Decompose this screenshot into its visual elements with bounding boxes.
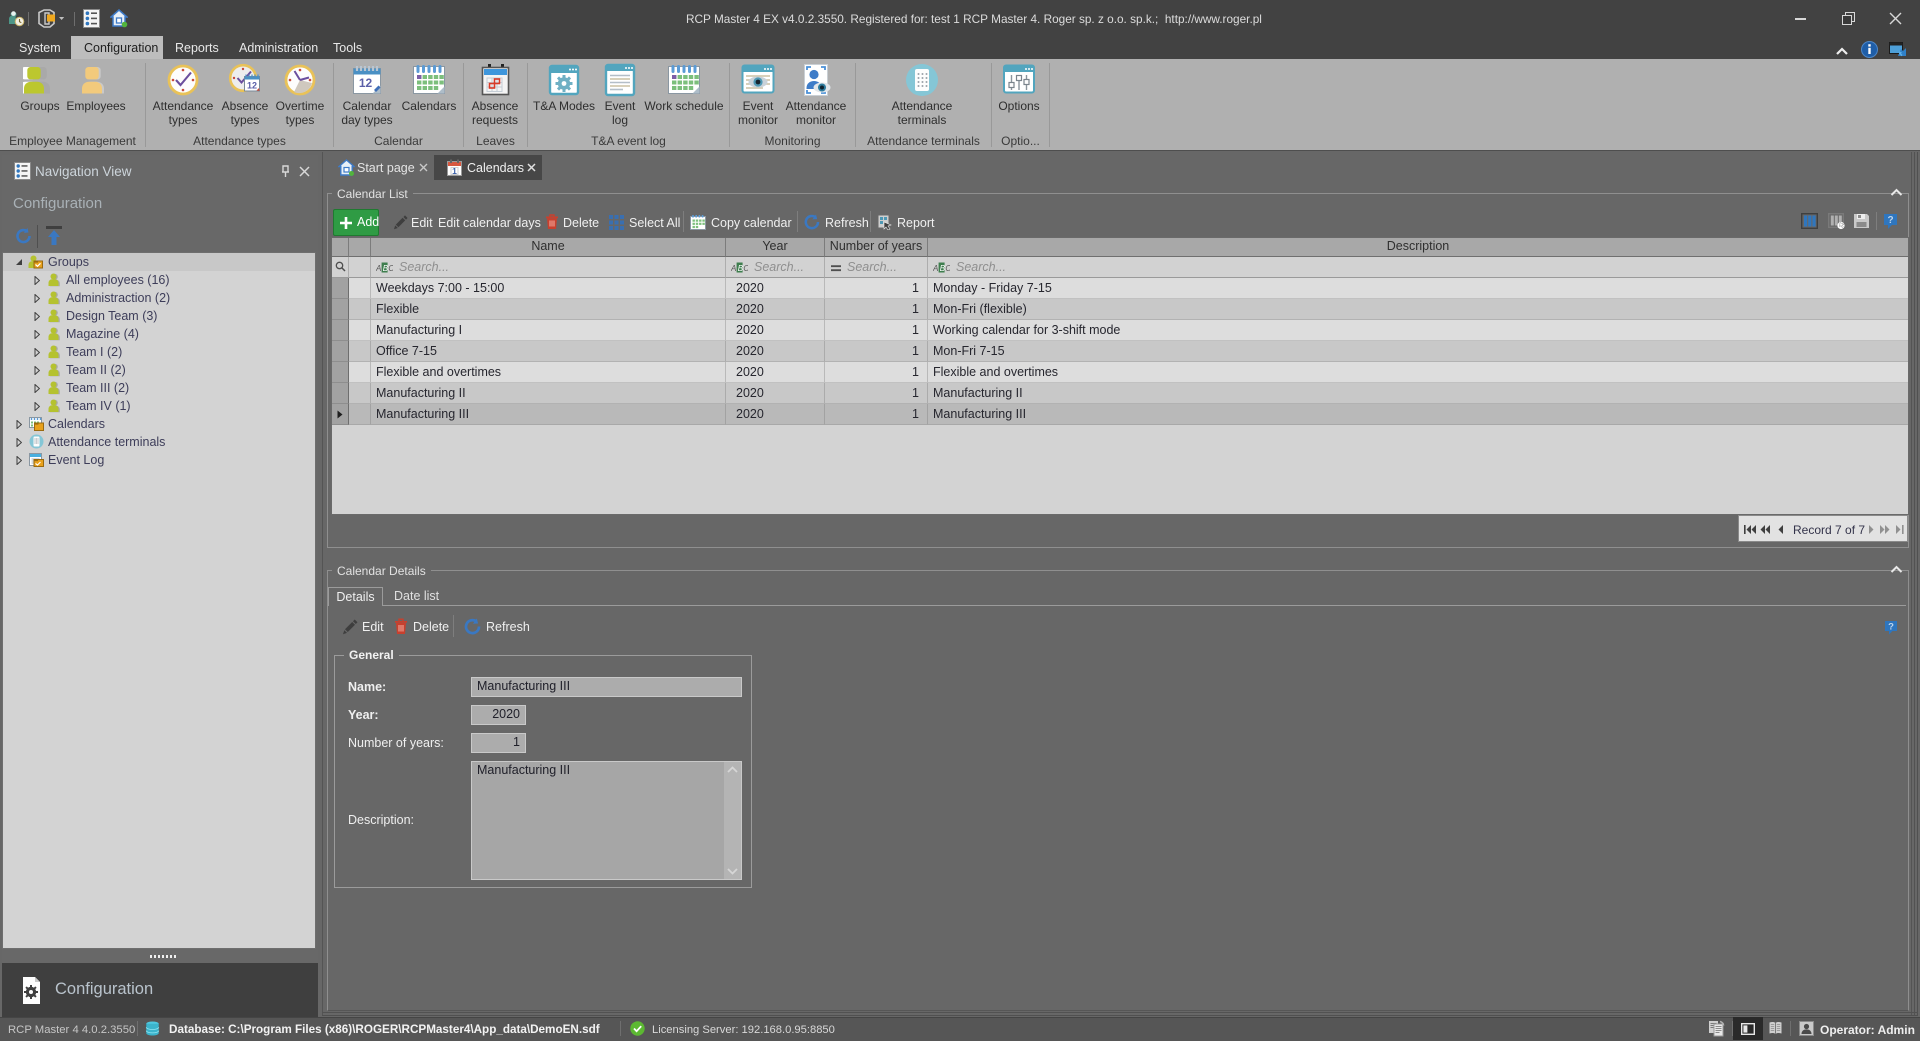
svg-text:C: C: [388, 264, 393, 273]
svg-text:C: C: [945, 264, 950, 273]
svg-text:A: A: [731, 264, 736, 273]
svg-text:1: 1: [452, 166, 457, 176]
svg-text:A: A: [933, 264, 938, 273]
svg-text:A: A: [376, 264, 381, 273]
svg-text:?: ?: [1888, 622, 1894, 633]
svg-text:?: ?: [1887, 215, 1893, 226]
svg-text:12: 12: [247, 81, 257, 91]
svg-text:C: C: [743, 264, 748, 273]
svg-text:12: 12: [359, 76, 373, 90]
